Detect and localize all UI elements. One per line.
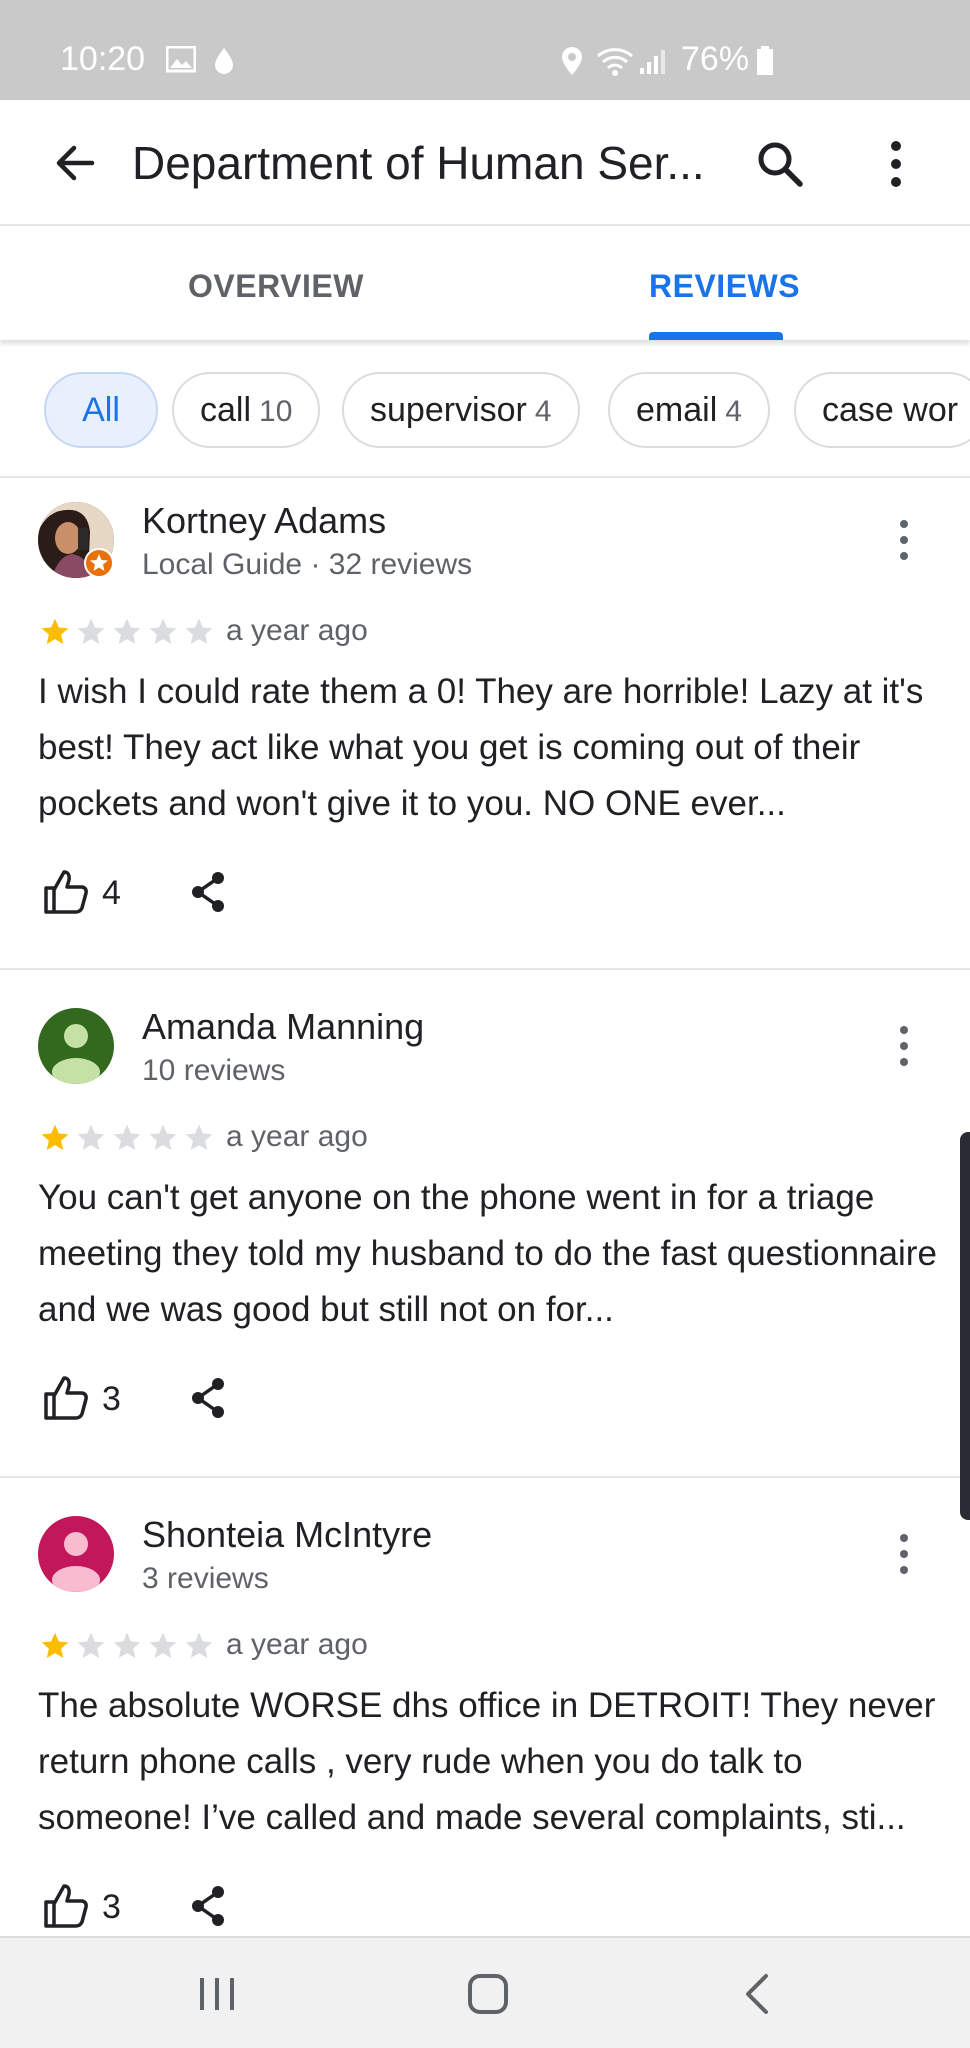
more-vert-icon[interactable] [888,1024,920,1068]
like-count: 3 [102,1888,121,1926]
signal-icon [640,50,665,74]
filter-chips: All call 10 supervisor 4 email 4 case wor [0,340,970,478]
review-date: a year ago [226,614,368,647]
chip-label: All [82,391,120,429]
star-filled-icon [41,1632,69,1658]
share-icon[interactable] [188,870,228,914]
image-icon [166,46,196,73]
chip-label: case wor [822,391,959,429]
review-card: Kortney Adams Local Guide · 32 reviews a… [0,478,970,970]
wifi-icon [597,48,633,76]
review-card: Amanda Manning 10 reviews a year ago You… [0,970,970,1478]
review-card: Shonteia McIntyre 3 reviews a year ago T… [0,1478,970,1936]
reviewer-meta: 10 reviews [142,1054,286,1087]
star-empty-icon [77,618,105,644]
star-empty-icon [185,1124,213,1150]
star-filled-icon [41,618,69,644]
local-guide-badge-icon [84,548,114,578]
recents-icon[interactable] [196,1972,238,2016]
location-icon [562,47,582,75]
star-rating [38,1122,218,1154]
avatar[interactable] [38,1008,114,1084]
star-empty-icon [77,1632,105,1658]
review-date: a year ago [226,1628,368,1661]
chip-label: supervisor [370,391,527,429]
like-count: 3 [102,1380,121,1418]
chip-email[interactable]: email 4 [608,372,770,448]
star-empty-icon [149,1124,177,1150]
avatar[interactable] [38,1516,114,1592]
thumbs-up-icon[interactable] [42,1374,90,1422]
star-rating [38,616,218,648]
chip-case-worker[interactable]: case wor [794,372,970,448]
home-icon[interactable] [466,1972,510,2016]
page-title: Department of Human Ser... [132,137,705,189]
battery-percent: 76% [681,40,750,78]
chip-call[interactable]: call 10 [172,372,321,448]
chip-supervisor[interactable]: supervisor 4 [342,372,580,448]
more-vert-icon[interactable] [888,1532,920,1576]
review-date: a year ago [226,1120,368,1153]
review-text[interactable]: You can't get anyone on the phone went i… [38,1170,938,1338]
star-empty-icon [185,1632,213,1658]
reviewer-name[interactable]: Kortney Adams [142,500,386,542]
review-text[interactable]: The absolute WORSE dhs office in DETROIT… [38,1678,938,1846]
reviewer-name[interactable]: Shonteia McIntyre [142,1514,432,1556]
star-empty-icon [149,618,177,644]
chip-count: 4 [534,395,552,428]
chip-all[interactable]: All [44,372,158,448]
default-avatar-icon [52,1024,100,1084]
star-empty-icon [113,1632,141,1658]
tab-overview[interactable]: OVERVIEW [188,268,364,305]
reviewer-meta: Local Guide · 32 reviews [142,548,473,581]
status-time: 10:20 [60,40,146,78]
star-empty-icon [113,618,141,644]
more-vert-icon[interactable] [876,140,916,188]
star-empty-icon [185,618,213,644]
drop-icon [215,48,233,74]
app-bar: Department of Human Ser... [0,100,970,226]
status-bar: 10:20 76% [0,0,970,100]
star-filled-icon [41,1124,69,1150]
tab-reviews[interactable]: REVIEWS [649,268,800,305]
chip-count: 4 [725,395,742,428]
chip-label: email [636,391,718,429]
star-rating [38,1630,218,1662]
battery-icon [757,46,773,75]
default-avatar-icon [52,1532,100,1592]
share-icon[interactable] [188,1884,228,1928]
star-empty-icon [113,1124,141,1150]
tab-bar: OVERVIEW REVIEWS [0,228,970,340]
reviewer-meta: 3 reviews [142,1562,269,1595]
thumbs-up-icon[interactable] [42,868,90,916]
search-icon[interactable] [756,140,804,188]
reviewer-name[interactable]: Amanda Manning [142,1006,424,1048]
star-empty-icon [149,1632,177,1658]
back-icon[interactable] [740,1972,774,2016]
scrollbar-thumb[interactable] [960,1132,970,1520]
more-vert-icon[interactable] [888,518,920,562]
tab-indicator [649,332,783,340]
system-nav-bar [0,1936,970,2048]
back-arrow-icon[interactable] [52,140,98,186]
review-text[interactable]: I wish I could rate them a 0! They are h… [38,664,938,832]
thumbs-up-icon[interactable] [42,1882,90,1930]
share-icon[interactable] [188,1376,228,1420]
like-count: 4 [102,874,121,912]
chip-label: call [200,391,252,429]
star-empty-icon [77,1124,105,1150]
chip-count: 10 [259,395,293,428]
